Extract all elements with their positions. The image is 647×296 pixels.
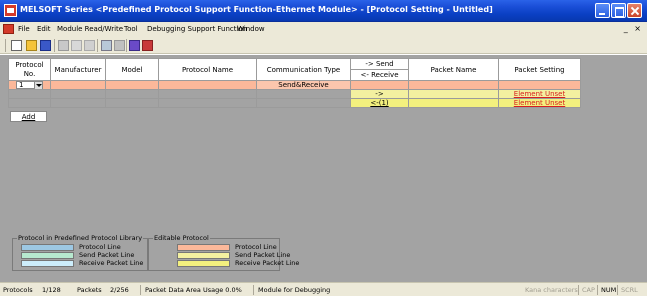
legend-swatch — [21, 252, 74, 259]
model-cell[interactable] — [105, 80, 159, 90]
packets-label: Packets — [77, 286, 102, 294]
legend-swatch — [177, 252, 230, 259]
toolbar-grip — [5, 39, 6, 52]
paste-icon[interactable] — [71, 40, 82, 51]
library-protocol-legend: Protocol in Predefined Protocol Library … — [12, 234, 148, 271]
protocol-no-select[interactable]: 1 — [16, 81, 43, 89]
read-from-module-icon[interactable] — [114, 40, 125, 51]
manufacturer-cell[interactable] — [50, 80, 106, 90]
document-icon[interactable] — [3, 24, 14, 34]
send-direction-cell[interactable]: -> — [350, 89, 409, 99]
receive-direction-cell[interactable]: <-(1) — [350, 98, 409, 108]
mdi-window-controls[interactable]: _ × — [624, 24, 643, 33]
toolbar-separator — [54, 39, 55, 52]
receive-packet-setting-link[interactable]: Element Unset — [498, 98, 581, 108]
toolbar-separator — [97, 39, 98, 52]
direction-cell[interactable] — [350, 80, 409, 90]
app-icon[interactable] — [4, 4, 17, 17]
protocol-name-cell[interactable] — [158, 80, 257, 90]
window-title: MELSOFT Series <Predefined Protocol Supp… — [20, 5, 493, 14]
legend-swatch — [177, 244, 230, 251]
status-bar: Protocols 1/128 Packets 2/256 Packet Dat… — [0, 282, 647, 296]
legend-label: Receive Packet Line — [235, 259, 300, 267]
scroll-lock-indicator: SCRL — [621, 286, 638, 294]
menu-window[interactable]: Window — [237, 25, 265, 33]
legend-label: Protocol Line — [235, 243, 277, 251]
header-model: Model — [105, 58, 159, 81]
delete-protocol-icon[interactable] — [142, 40, 153, 51]
legend-title: Editable Protocol — [153, 234, 210, 242]
header-protocol-name: Protocol Name — [158, 58, 257, 81]
copy-icon[interactable] — [58, 40, 69, 51]
add-protocol-button[interactable]: Add — [10, 111, 47, 122]
packets-count: 2/256 — [110, 286, 129, 294]
send-packet-setting-link[interactable]: Element Unset — [498, 89, 581, 99]
packet-name-cell[interactable] — [408, 80, 499, 90]
header-manufacturer: Manufacturer — [50, 58, 106, 81]
menu-file[interactable]: File — [18, 25, 30, 33]
menu-edit[interactable]: Edit — [37, 25, 51, 33]
menu-module-read-write[interactable]: Module Read/Write — [57, 25, 123, 33]
packet-setting-cell[interactable] — [498, 80, 581, 90]
editable-protocol-legend: Editable Protocol Protocol Line Send Pac… — [148, 234, 299, 271]
write-to-module-icon[interactable] — [101, 40, 112, 51]
protocols-count: 1/128 — [42, 286, 61, 294]
toolbar — [0, 37, 647, 54]
legend-label: Protocol Line — [79, 243, 121, 251]
debug-mode-status: Module for Debugging — [258, 286, 331, 294]
receive-packet-name-cell[interactable] — [408, 98, 499, 108]
communication-type-cell[interactable]: Send&Receive — [256, 80, 351, 90]
legend-label: Send Packet Line — [235, 251, 291, 259]
protocol-setting-area: Protocol No. Manufacturer Model Protocol… — [0, 55, 647, 282]
maximize-button[interactable] — [611, 3, 626, 18]
header-packet-name: Packet Name — [408, 58, 499, 81]
cut-icon[interactable] — [84, 40, 95, 51]
legend-swatch — [177, 260, 230, 267]
legend-label: Receive Packet Line — [79, 259, 144, 267]
protocol-no-cell[interactable]: 1 — [8, 80, 51, 90]
close-button[interactable] — [627, 3, 642, 18]
open-folder-icon[interactable] — [26, 40, 37, 51]
header-protocol-no: Protocol No. — [8, 58, 51, 81]
header-send: -> Send — [350, 58, 409, 70]
protocol-row[interactable]: 1 Send&Receive — [8, 80, 581, 90]
menu-tool[interactable]: Tool — [124, 25, 138, 33]
protocol-table: Protocol No. Manufacturer Model Protocol… — [8, 58, 581, 108]
send-packet-row[interactable]: -> Element Unset — [8, 89, 581, 99]
legend-swatch — [21, 244, 74, 251]
receive-packet-row[interactable]: <-(1) Element Unset — [8, 98, 581, 108]
add-protocol-icon[interactable] — [129, 40, 140, 51]
caps-lock-indicator: CAP — [582, 286, 595, 294]
header-packet-setting: Packet Setting — [498, 58, 581, 81]
toolbar-separator — [126, 39, 127, 52]
minimize-button[interactable] — [595, 3, 610, 18]
send-packet-name-cell[interactable] — [408, 89, 499, 99]
legend-title: Protocol in Predefined Protocol Library — [17, 234, 144, 242]
packet-data-area-usage: Packet Data Area Usage 0.0% — [145, 286, 242, 294]
num-lock-indicator: NUM — [601, 286, 617, 294]
header-receive: <- Receive — [350, 69, 409, 81]
save-icon[interactable] — [40, 40, 51, 51]
menu-bar: File Edit Module Read/Write Tool Debuggi… — [0, 22, 647, 37]
new-file-icon[interactable] — [11, 40, 22, 51]
kana-status: Kana characters — [525, 286, 578, 294]
protocol-no-value: 1 — [19, 81, 24, 89]
legend-label: Send Packet Line — [79, 251, 135, 259]
protocols-label: Protocols — [3, 286, 33, 294]
menu-debugging-support-function[interactable]: Debugging Support Function — [147, 25, 247, 33]
chevron-down-icon[interactable] — [34, 82, 42, 89]
header-communication-type: Communication Type — [256, 58, 351, 81]
legend-swatch — [21, 260, 74, 267]
title-bar: MELSOFT Series <Predefined Protocol Supp… — [0, 0, 647, 22]
